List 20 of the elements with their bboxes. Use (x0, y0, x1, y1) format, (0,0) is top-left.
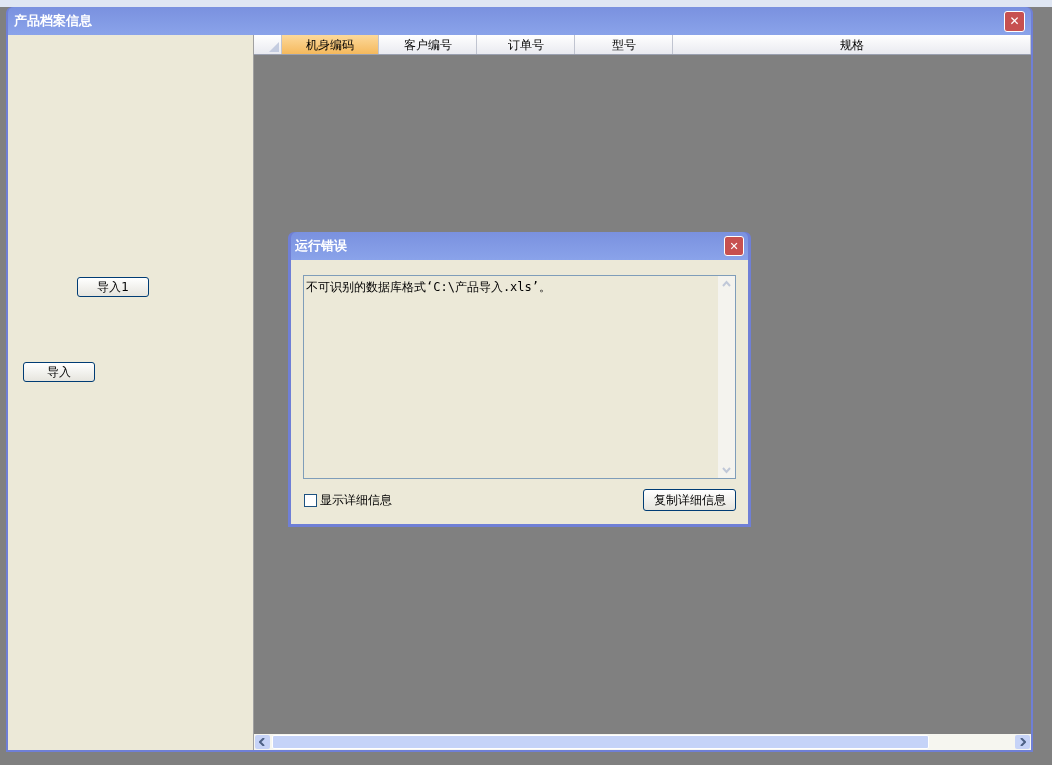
checkbox-label: 显示详细信息 (320, 492, 392, 509)
window-title: 产品档案信息 (14, 12, 92, 31)
column-header[interactable]: 客户编号 (379, 35, 477, 54)
dialog-close-button[interactable]: ✕ (724, 236, 744, 256)
checkbox[interactable] (304, 493, 317, 507)
error-message: 不可识别的数据库格式‘C:\产品导入.xls’。 (305, 279, 553, 296)
close-button[interactable]: ✕ (1004, 10, 1025, 32)
scroll-thumb[interactable] (272, 735, 929, 749)
column-header[interactable]: 规格 (673, 35, 1031, 54)
scroll-right-button[interactable] (1015, 735, 1030, 749)
dialog-title: 运行错误 (295, 237, 347, 256)
import-button[interactable]: 导入 (23, 362, 95, 382)
column-header[interactable]: 机身编码 (282, 35, 379, 54)
scroll-left-button[interactable] (255, 735, 270, 749)
import-button[interactable]: 导入1 (77, 277, 149, 297)
column-header[interactable]: 型号 (575, 35, 673, 54)
corner-triangle-icon (269, 42, 279, 52)
column-header[interactable]: 订单号 (477, 35, 575, 54)
message-box[interactable]: 不可识别的数据库格式‘C:\产品导入.xls’。 (303, 275, 736, 479)
copy-details-button[interactable]: 复制详细信息 (643, 489, 736, 511)
